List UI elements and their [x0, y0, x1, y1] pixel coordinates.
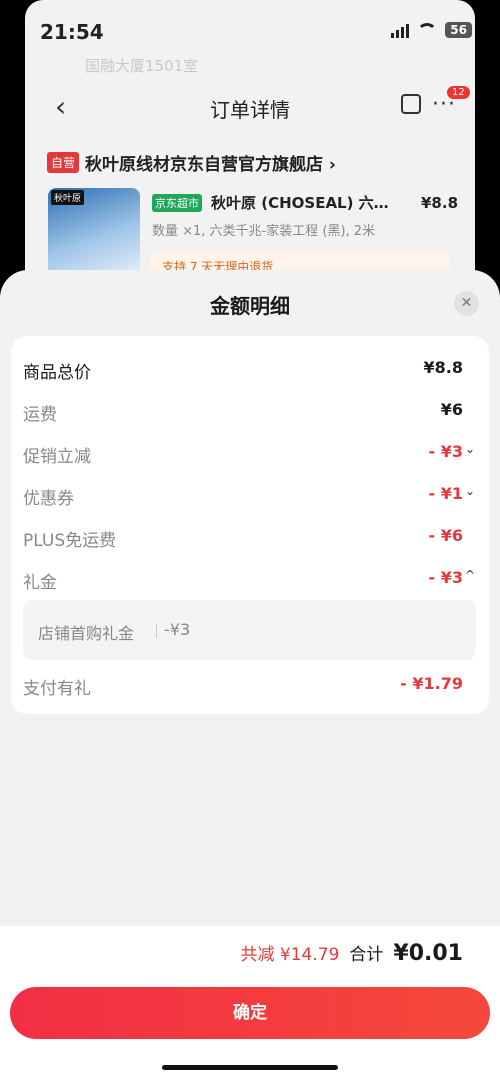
- confirm-button[interactable]: 确定: [10, 987, 490, 1039]
- close-icon[interactable]: ✕: [454, 291, 479, 316]
- row-label: 运费: [23, 405, 57, 425]
- row-value: - ¥1.79: [400, 674, 463, 693]
- status-icons: 56: [391, 22, 472, 38]
- notification-badge: 12: [447, 86, 470, 99]
- gift-money-detail: 店铺首购礼金 -¥3: [23, 600, 476, 660]
- row-plus-free-shipping: PLUS免运费 - ¥6: [23, 522, 475, 552]
- row-goods-total: 商品总价 ¥8.8: [23, 354, 475, 384]
- row-value: - ¥3: [428, 568, 463, 587]
- store-header[interactable]: 自营 秋叶原线材京东自营官方旗舰店 ›: [47, 150, 336, 175]
- sheet-footer: 共减 ¥14.79 合计 ¥0.01 确定: [0, 926, 500, 1083]
- battery-icon: 56: [445, 22, 472, 38]
- share-icon[interactable]: [401, 94, 421, 114]
- sheet-title: 金额明细: [210, 294, 290, 318]
- chevron-up-icon[interactable]: ^: [465, 568, 475, 582]
- row-shipping: 运费 ¥6: [23, 396, 475, 426]
- amount-detail-sheet: 金额明细 ✕ 商品总价 ¥8.8 运费 ¥6 促销立减 - ¥3 ⌄ 优惠券 -…: [0, 270, 500, 1083]
- chevron-down-icon[interactable]: ⌄: [465, 442, 475, 456]
- row-label: PLUS免运费: [23, 531, 117, 551]
- status-time: 21:54: [40, 20, 104, 44]
- total-reduction: 共减 ¥14.79: [240, 945, 340, 965]
- row-coupon[interactable]: 优惠券 - ¥1 ⌄: [23, 480, 475, 510]
- row-value: - ¥3: [428, 442, 463, 461]
- row-value: ¥6: [440, 400, 463, 419]
- row-label: 促销立减: [23, 447, 91, 467]
- gift-detail-label: 店铺首购礼金: [38, 624, 135, 643]
- chevron-down-icon[interactable]: ⌄: [465, 484, 475, 498]
- row-label: 礼金: [23, 573, 57, 593]
- product-name[interactable]: 秋叶原 (CHOSEAL) 六…: [211, 192, 389, 213]
- status-bar: 21:54 56: [0, 0, 500, 52]
- row-value: ¥8.8: [423, 358, 463, 377]
- total-label: 合计: [349, 945, 384, 965]
- row-label: 支付有礼: [23, 679, 91, 699]
- row-value: - ¥6: [428, 526, 463, 545]
- jd-mart-tag: 京东超市: [152, 194, 202, 212]
- row-payment-gift: 支付有礼 - ¥1.79: [23, 670, 475, 700]
- product-image-label: 秋叶原: [51, 190, 85, 205]
- amount-detail-card: 商品总价 ¥8.8 运费 ¥6 促销立减 - ¥3 ⌄ 优惠券 - ¥1 ⌄ P…: [11, 336, 489, 714]
- row-value: - ¥1: [428, 484, 463, 503]
- row-label: 商品总价: [23, 363, 91, 383]
- total-value: ¥0.01: [393, 941, 463, 966]
- store-name: 秋叶原线材京东自营官方旗舰店 ›: [85, 155, 336, 175]
- divider: [156, 624, 157, 638]
- signal-icon: [391, 22, 410, 38]
- row-label: 优惠券: [23, 489, 74, 509]
- self-operated-tag: 自营: [47, 152, 80, 173]
- product-spec: 数量 ×1, 六类千兆-家装工程 (黑), 2米: [152, 224, 376, 239]
- totals: 共减 ¥14.79 合计 ¥0.01: [241, 940, 463, 966]
- row-promotion[interactable]: 促销立减 - ¥3 ⌄: [23, 438, 475, 468]
- product-price: ¥8.8: [421, 194, 459, 212]
- home-indicator[interactable]: [162, 1065, 338, 1070]
- gift-detail-value: -¥3: [164, 620, 191, 639]
- row-gift-money[interactable]: 礼金 - ¥3 ^: [23, 564, 475, 594]
- wifi-icon: [417, 23, 438, 37]
- address-text: 国融大厦1501室: [85, 57, 199, 75]
